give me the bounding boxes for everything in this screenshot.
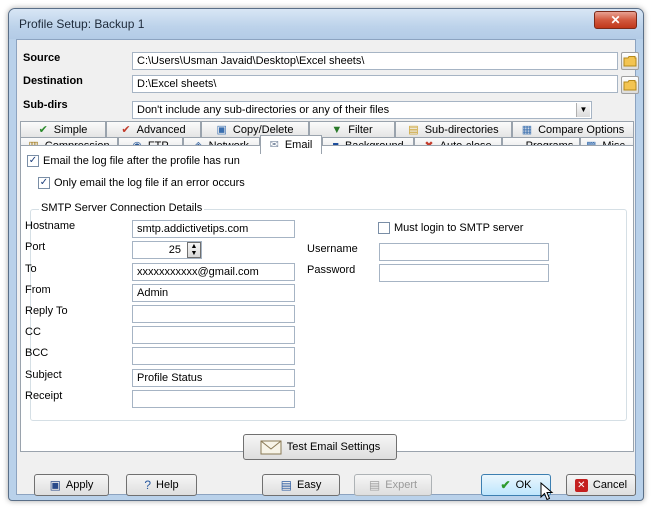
tab-label: Advanced	[136, 124, 186, 136]
only-error-checkbox-row[interactable]: ✓ Only email the log file if an error oc…	[38, 177, 245, 189]
email-log-checkbox[interactable]: ✓	[27, 155, 39, 167]
tab-simple[interactable]: ✔ Simple	[20, 121, 106, 138]
test-email-settings-button[interactable]: Test Email Settings	[243, 434, 397, 460]
reply-to-field[interactable]	[132, 305, 295, 323]
double-check-icon: ✔	[121, 123, 131, 136]
checkmark-icon: ✔	[500, 478, 511, 492]
only-error-label: Only email the log file if an error occu…	[54, 177, 245, 189]
tab-compare-options[interactable]: ▦ Compare Options	[512, 121, 634, 138]
chevron-down-icon[interactable]: ▼	[188, 250, 200, 257]
expert-mode-icon: ▤	[368, 478, 381, 492]
tab-label: Email	[284, 139, 313, 151]
tab-label: Sub-directories	[424, 124, 499, 136]
tab-label: Compare Options	[538, 124, 625, 136]
hostname-label: Hostname	[25, 220, 76, 232]
compare-icon: ▦	[521, 123, 533, 136]
help-button[interactable]: ? Help	[126, 474, 197, 496]
receipt-field[interactable]	[132, 390, 295, 408]
username-field[interactable]	[379, 243, 549, 261]
tab-advanced[interactable]: ✔ Advanced	[106, 121, 201, 138]
to-field[interactable]: xxxxxxxxxxx@gmail.com	[132, 263, 295, 281]
cancel-x-icon: ✕	[574, 478, 588, 492]
folder-icon	[623, 56, 637, 67]
window-close-button[interactable]: ✕	[594, 11, 637, 29]
tab-sub-directories[interactable]: ▤ Sub-directories	[395, 121, 512, 138]
folder-tree-icon: ▤	[408, 123, 419, 136]
expert-button[interactable]: ▤ Expert	[354, 474, 432, 496]
expert-label: Expert	[385, 479, 418, 491]
destination-label: Destination	[23, 75, 83, 87]
help-label: Help	[156, 479, 179, 491]
from-field[interactable]: Admin	[132, 284, 295, 302]
subject-label: Subject	[25, 369, 62, 381]
subdirs-selected-value: Don't include any sub-directories or any…	[137, 104, 390, 116]
email-tab-panel: ✓ Email the log file after the profile h…	[20, 145, 634, 452]
ok-label: OK	[515, 479, 532, 491]
source-label: Source	[23, 52, 61, 64]
cc-field[interactable]	[132, 326, 295, 344]
window-title: Profile Setup: Backup 1	[19, 17, 145, 31]
easy-label: Easy	[296, 479, 322, 491]
smtp-groupbox: SMTP Server Connection Details Hostname …	[25, 202, 627, 421]
subject-field[interactable]: Profile Status	[132, 369, 295, 387]
reply-to-label: Reply To	[25, 305, 68, 317]
only-error-checkbox[interactable]: ✓	[38, 177, 50, 189]
apply-button[interactable]: ▣ Apply	[34, 474, 109, 496]
port-spinner[interactable]: ▲ ▼	[187, 242, 201, 258]
must-login-checkbox-row[interactable]: Must login to SMTP server	[378, 222, 523, 234]
help-icon: ?	[144, 478, 152, 492]
hostname-field[interactable]: smtp.addictivetips.com	[132, 220, 295, 238]
source-browse-button[interactable]	[621, 52, 639, 70]
must-login-checkbox[interactable]	[378, 222, 390, 234]
mouse-cursor-icon	[540, 482, 554, 501]
bcc-label: BCC	[25, 347, 49, 359]
easy-button[interactable]: ▤ Easy	[262, 474, 340, 496]
tab-email[interactable]: ✉ Email	[260, 135, 322, 154]
envelope-icon: ✉	[269, 138, 279, 151]
receipt-label: Receipt	[25, 390, 63, 402]
check-icon: ✔	[38, 123, 48, 136]
title-bar[interactable]: Profile Setup: Backup 1 ✕	[9, 9, 643, 39]
smtp-group-title: SMTP Server Connection Details	[39, 202, 205, 214]
chevron-up-icon[interactable]: ▲	[188, 243, 200, 250]
dialog-client-area: Source C:\Users\Usman Javaid\Desktop\Exc…	[16, 39, 639, 501]
port-label: Port	[25, 241, 46, 253]
subdirs-select[interactable]: Don't include any sub-directories or any…	[132, 101, 592, 119]
cancel-button[interactable]: ✕ Cancel	[566, 474, 636, 496]
profile-setup-window: Profile Setup: Backup 1 ✕ Source C:\User…	[8, 8, 644, 501]
apply-label: Apply	[65, 479, 94, 491]
email-log-checkbox-row[interactable]: ✓ Email the log file after the profile h…	[27, 155, 240, 167]
email-log-label: Email the log file after the profile has…	[43, 155, 240, 167]
easy-mode-icon: ▤	[280, 478, 292, 492]
chevron-down-icon[interactable]: ▼	[576, 103, 590, 117]
password-field[interactable]	[379, 264, 549, 282]
source-path-field[interactable]: C:\Users\Usman Javaid\Desktop\Excel shee…	[132, 52, 618, 70]
bcc-field[interactable]	[132, 347, 295, 365]
folder-icon	[623, 80, 637, 91]
username-label: Username	[307, 243, 358, 255]
envelope-icon	[260, 440, 282, 455]
tab-label: Filter	[348, 124, 373, 136]
port-value: 25	[168, 244, 181, 256]
from-label: From	[25, 284, 51, 296]
test-email-settings-label: Test Email Settings	[286, 441, 381, 453]
destination-browse-button[interactable]	[621, 76, 639, 94]
subdirs-label: Sub-dirs	[23, 99, 68, 111]
cancel-label: Cancel	[592, 479, 628, 491]
copy-icon: ▣	[216, 123, 227, 136]
filter-icon: ▼	[331, 123, 343, 136]
floppy-disk-icon: ▣	[49, 478, 61, 492]
to-label: To	[25, 263, 37, 275]
must-login-label: Must login to SMTP server	[394, 222, 524, 234]
destination-path-field[interactable]: D:\Excel sheets\	[132, 75, 618, 93]
password-label: Password	[307, 264, 356, 276]
cc-label: CC	[25, 326, 41, 338]
tab-label: Simple	[53, 124, 88, 136]
